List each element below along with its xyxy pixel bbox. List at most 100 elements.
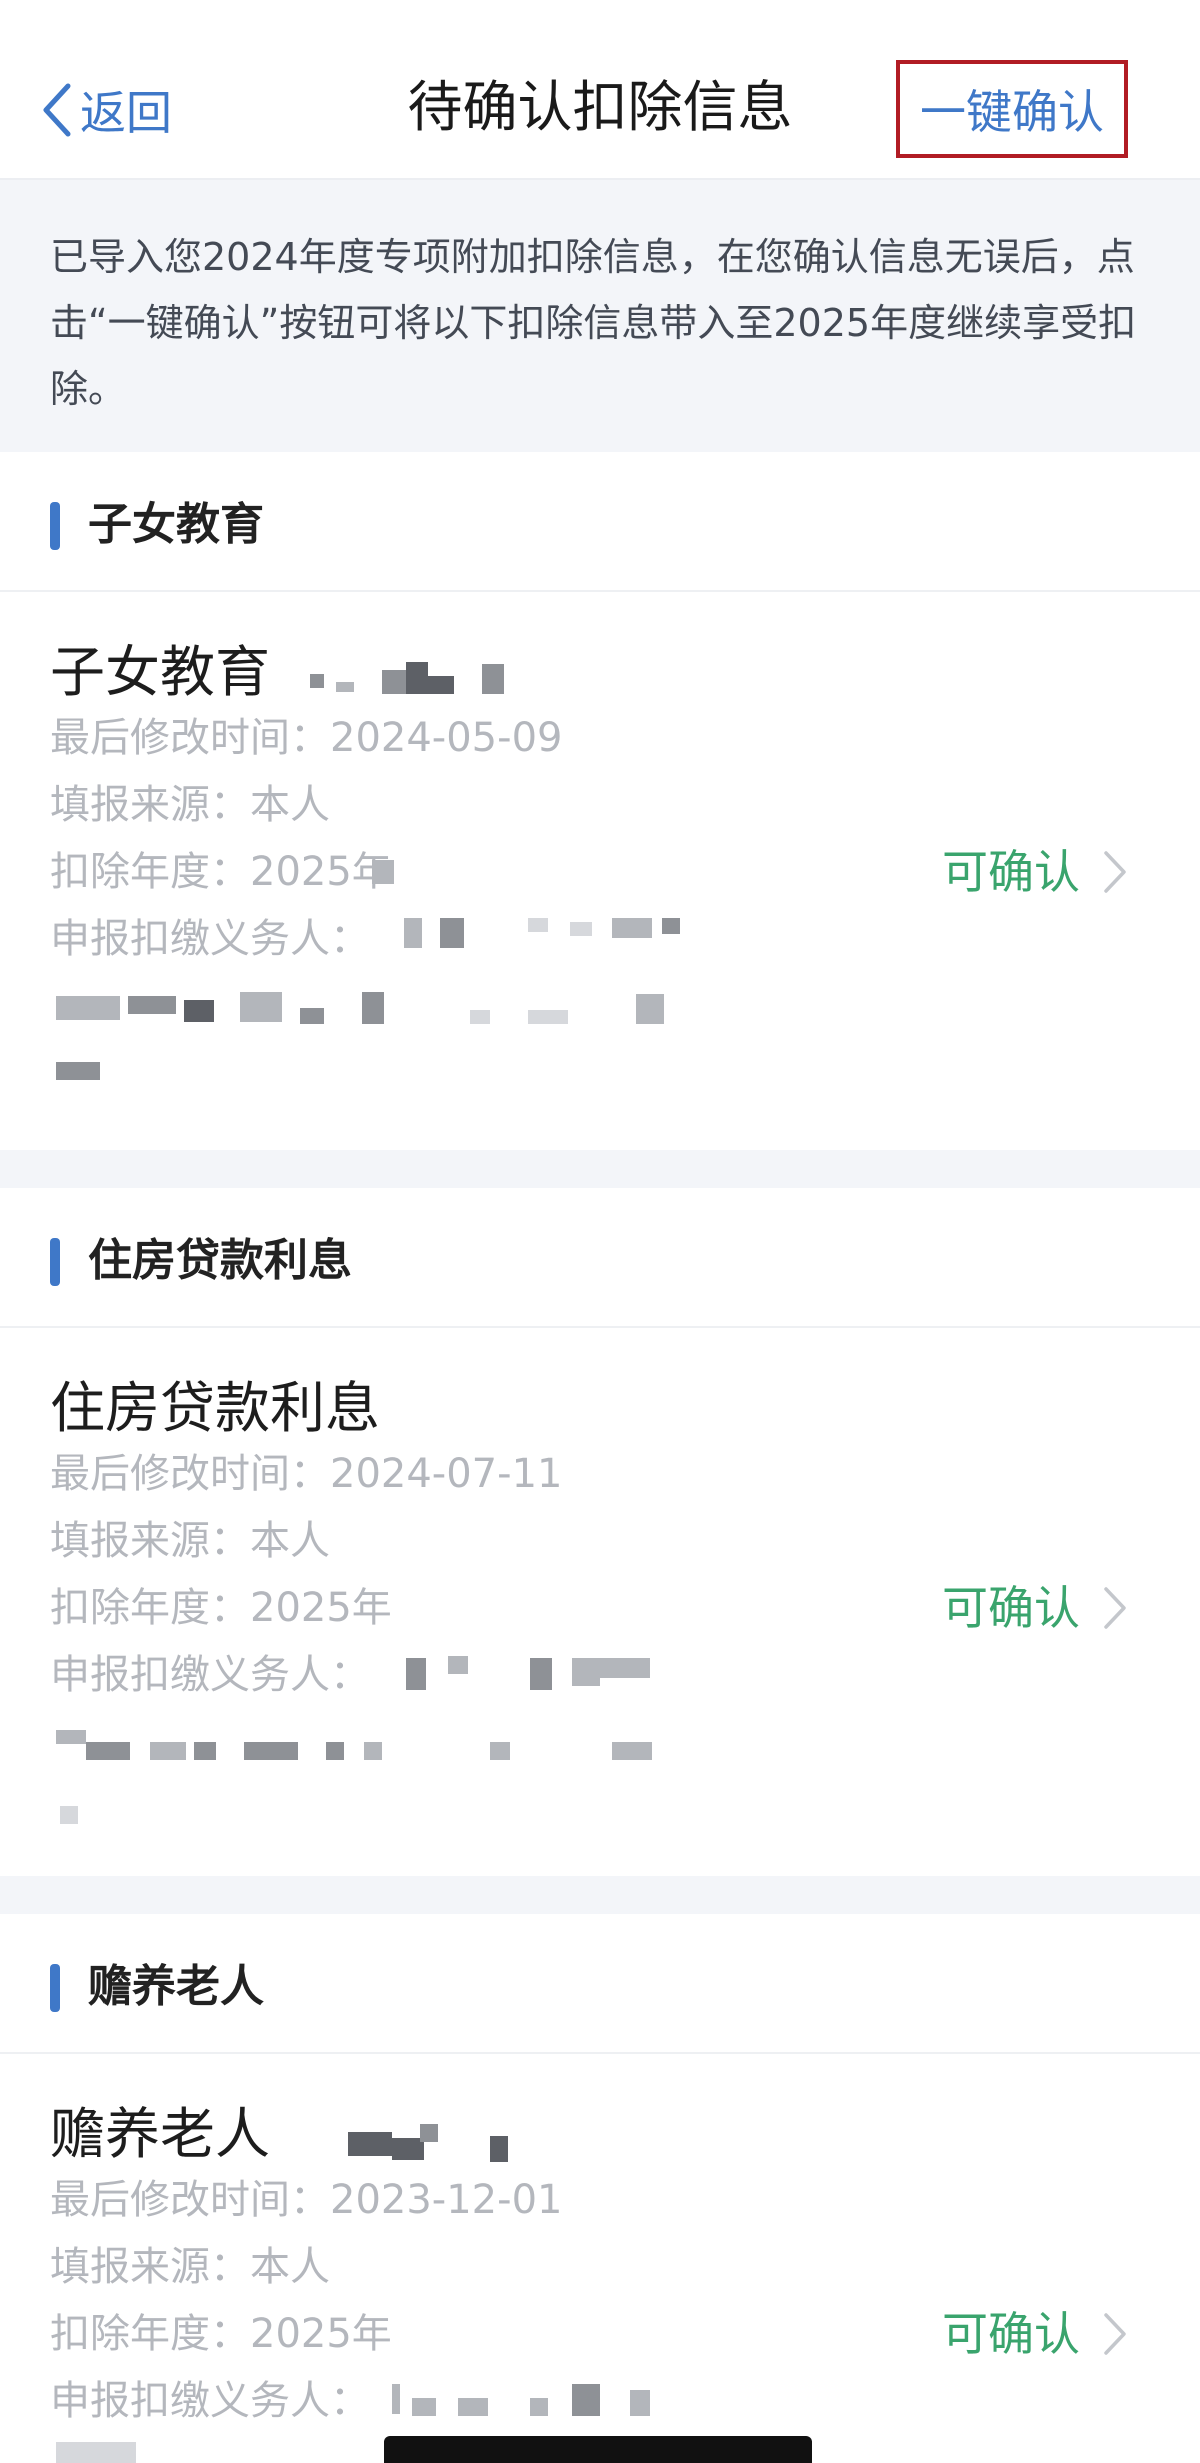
redacted-mosaic (612, 918, 652, 938)
section-header-elderly-support: 赡养老人 (0, 1914, 1200, 2054)
modified-label: 最后修改时间： (50, 2177, 330, 2223)
redacted-mosaic (600, 1658, 650, 1678)
redacted-mosaic (150, 1742, 186, 1760)
redacted-mosaic (412, 2398, 436, 2416)
year-row: 扣除年度：2025年 (50, 2304, 392, 2364)
section-title: 住房贷款利息 (88, 1235, 352, 1286)
redacted-mosaic (56, 996, 120, 1020)
year-label: 扣除年度： (50, 849, 250, 895)
redacted-mosaic (60, 1806, 78, 1824)
redacted-mosaic (194, 1742, 216, 1760)
section-title: 赡养老人 (88, 1961, 264, 2012)
modified-row: 最后修改时间：2024-05-09 (50, 708, 562, 768)
redacted-mosaic (470, 1010, 490, 1024)
status-label: 可确认 (942, 2307, 1080, 2361)
page-title: 待确认扣除信息 (407, 75, 793, 139)
agent-label: 申报扣缴义务人： (50, 2378, 370, 2424)
chevron-left-icon (43, 83, 71, 137)
redacted-mosaic (392, 2384, 400, 2414)
chevron-right-icon (1104, 1587, 1126, 1629)
modified-row: 最后修改时间：2024-07-11 (50, 1444, 562, 1504)
agent-label: 申报扣缴义务人： (50, 916, 370, 962)
section-accent-bar (50, 1964, 60, 2012)
one-click-confirm-button[interactable]: 一键确认 (896, 60, 1128, 158)
modified-value: 2024-05-09 (330, 715, 563, 761)
agent-label: 申报扣缴义务人： (50, 1652, 370, 1698)
redacted-mosaic (406, 662, 428, 694)
status-confirmable[interactable]: 可确认 (942, 2304, 1128, 2364)
redacted-mosaic (420, 2124, 438, 2142)
source-row: 填报来源：本人 (50, 2237, 330, 2297)
bottom-overlay-bar (384, 2436, 812, 2463)
app-screen: 返回 待确认扣除信息 一键确认 已导入您2024年度专项附加扣除信息，在您确认信… (0, 0, 1200, 2463)
source-value: 本人 (250, 782, 330, 828)
modified-label: 最后修改时间： (50, 1451, 330, 1497)
deduction-card-housing-loan[interactable]: 住房贷款利息 最后修改时间：2024-07-11 填报来源：本人 扣除年度：20… (0, 1328, 1200, 1876)
redacted-mosaic (490, 2136, 508, 2162)
source-value: 本人 (250, 2244, 330, 2290)
nav-bar: 返回 待确认扣除信息 一键确认 (0, 0, 1200, 180)
chevron-right-icon (1104, 2313, 1126, 2355)
redacted-mosaic (56, 1062, 100, 1080)
redacted-mosaic (528, 918, 548, 932)
section-accent-bar (50, 1238, 60, 1286)
redacted-mosaic (184, 1000, 214, 1022)
redacted-mosaic (300, 1008, 324, 1024)
source-label: 填报来源： (50, 1518, 250, 1564)
redacted-mosaic (482, 664, 504, 694)
section-title: 子女教育 (88, 499, 264, 550)
redacted-mosaic (382, 670, 406, 694)
agent-row: 申报扣缴义务人： (50, 2371, 370, 2431)
source-row: 填报来源：本人 (50, 1511, 330, 1571)
back-button[interactable]: 返回 (40, 70, 172, 150)
agent-row: 申报扣缴义务人： (50, 1645, 370, 1705)
deduction-card-child-education[interactable]: 子女教育 最后修改时间：2024-05-09 填报来源：本人 扣除年度：2025… (0, 592, 1200, 1150)
redacted-mosaic (490, 1742, 510, 1760)
redacted-mosaic (326, 1742, 344, 1760)
year-row: 扣除年度：2025年 (50, 1578, 392, 1638)
card-title: 子女教育 (50, 640, 271, 704)
redacted-mosaic (440, 918, 464, 948)
source-label: 填报来源： (50, 782, 250, 828)
year-value: 2025年 (250, 849, 392, 895)
redacted-mosaic (570, 922, 592, 936)
redacted-mosaic (128, 996, 176, 1014)
redacted-mosaic (240, 992, 282, 1022)
source-row: 填报来源：本人 (50, 775, 330, 835)
status-label: 可确认 (942, 845, 1080, 899)
card-title: 住房贷款利息 (50, 1376, 381, 1440)
section-divider (0, 1876, 1200, 1914)
modified-value: 2024-07-11 (330, 1451, 563, 1497)
redacted-mosaic (612, 1742, 652, 1760)
source-label: 填报来源： (50, 2244, 250, 2290)
card-title: 赡养老人 (50, 2102, 271, 2166)
modified-label: 最后修改时间： (50, 715, 330, 761)
section-header-child-education: 子女教育 (0, 452, 1200, 592)
redacted-mosaic (372, 860, 394, 884)
import-notice: 已导入您2024年度专项附加扣除信息，在您确认信息无误后，点击“一键确认”按钮可… (0, 180, 1200, 452)
redacted-mosaic (530, 2398, 548, 2416)
status-confirmable[interactable]: 可确认 (942, 842, 1128, 902)
source-value: 本人 (250, 1518, 330, 1564)
section-header-housing-loan: 住房贷款利息 (0, 1188, 1200, 1328)
section-accent-bar (50, 502, 60, 550)
redacted-mosaic (528, 1010, 568, 1024)
chevron-right-icon (1104, 851, 1126, 893)
year-row: 扣除年度：2025年 (50, 842, 392, 902)
redacted-mosaic (572, 2384, 600, 2416)
status-label: 可确认 (942, 1581, 1080, 1635)
redacted-mosaic (572, 1658, 600, 1686)
deduction-card-elderly-support[interactable]: 赡养老人 最后修改时间：2023-12-01 填报来源：本人 扣除年度：2025… (0, 2054, 1200, 2463)
redacted-mosaic (336, 682, 354, 692)
redacted-mosaic (404, 918, 422, 948)
status-confirmable[interactable]: 可确认 (942, 1578, 1128, 1638)
redacted-mosaic (56, 2442, 136, 2463)
redacted-mosaic (310, 674, 324, 688)
redacted-mosaic (406, 1658, 426, 1690)
year-label: 扣除年度： (50, 2311, 250, 2357)
redacted-mosaic (86, 1742, 130, 1760)
modified-row: 最后修改时间：2023-12-01 (50, 2170, 562, 2230)
import-notice-text: 已导入您2024年度专项附加扣除信息，在您确认信息无误后，点击“一键确认”按钮可… (50, 235, 1137, 411)
redacted-mosaic (458, 2398, 488, 2416)
redacted-mosaic (636, 994, 664, 1024)
